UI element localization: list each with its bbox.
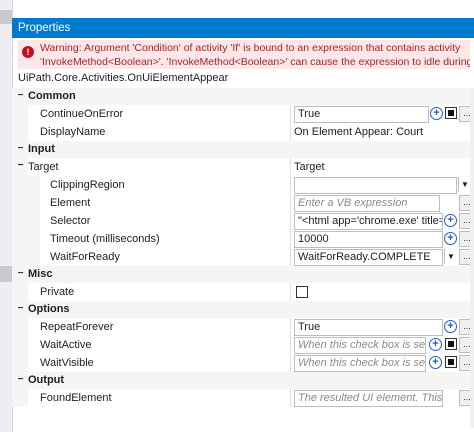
property-name: FoundElement — [40, 392, 112, 404]
property-name: Target — [28, 161, 59, 173]
property-row-continue-on-error[interactable]: ContinueOnError True + ... — [12, 105, 474, 123]
property-row-wait-visible[interactable]: WaitVisible When this check box is selec… — [12, 354, 474, 372]
dock-tab[interactable] — [0, 10, 12, 24]
property-name: DisplayName — [40, 126, 106, 138]
category-label: Common — [28, 90, 76, 102]
property-row-found-element[interactable]: FoundElement The resulted UI element. Th… — [12, 389, 474, 407]
property-row-repeat-forever[interactable]: RepeatForever True + ... — [12, 318, 474, 336]
vertical-scrollbar[interactable] — [470, 88, 474, 428]
continue-on-error-checkbox[interactable] — [445, 107, 457, 119]
category-common[interactable]: − Common — [12, 88, 474, 105]
collapse-icon[interactable]: − — [16, 161, 25, 171]
category-output[interactable]: − Output — [12, 372, 474, 389]
properties-window: Properties ! Warning: Argument 'Conditio… — [0, 0, 474, 432]
wait-active-input[interactable]: When this check box is selected, t — [294, 337, 426, 354]
category-label: Input — [28, 143, 55, 155]
add-expression-icon[interactable]: + — [444, 320, 457, 333]
add-expression-icon[interactable]: + — [444, 214, 457, 227]
property-row-element[interactable]: Element Enter a VB expression ... — [12, 194, 474, 212]
collapse-icon[interactable]: − — [16, 144, 25, 154]
property-name: Selector — [50, 215, 91, 227]
collapse-icon[interactable]: − — [16, 304, 25, 314]
category-label: Options — [28, 303, 70, 315]
wait-for-ready-select[interactable]: WaitForReady.COMPLETE — [294, 249, 443, 266]
collapse-icon[interactable]: − — [16, 375, 25, 385]
property-row-wait-for-ready[interactable]: WaitForReady WaitForReady.COMPLETE ▼ ... — [12, 248, 474, 266]
clipping-region-field[interactable] — [294, 177, 457, 194]
dock-tab[interactable] — [0, 266, 12, 282]
panel-title: Properties — [12, 18, 474, 38]
wait-visible-input[interactable]: When this check box is selected, t — [294, 355, 426, 372]
collapse-icon[interactable]: − — [16, 269, 25, 279]
property-name: ClippingRegion — [50, 179, 125, 191]
property-name: Private — [40, 286, 75, 298]
property-row-clipping-region[interactable]: ClippingRegion ▼ — [12, 176, 474, 194]
property-row-target[interactable]: − Target Target — [12, 158, 474, 176]
add-expression-icon[interactable]: + — [444, 232, 457, 245]
property-name: Timeout (milliseconds) — [50, 233, 160, 245]
property-row-timeout[interactable]: Timeout (milliseconds) 10000 + ... — [12, 230, 474, 248]
continue-on-error-field[interactable]: True — [294, 106, 429, 123]
target-value: Target — [294, 161, 325, 173]
found-element-input[interactable]: The resulted UI element. This field su — [294, 390, 443, 407]
selector-input[interactable]: "<html app='chrome.exe' title='ירה — [294, 213, 443, 230]
property-row-wait-active[interactable]: WaitActive When this check box is select… — [12, 336, 474, 354]
warning-icon: ! — [22, 46, 34, 58]
category-label: Misc — [28, 268, 53, 280]
property-grid: − Common ContinueOnError True + ... Disp… — [12, 88, 474, 407]
chevron-down-icon[interactable]: ▼ — [444, 249, 457, 264]
add-expression-icon[interactable]: + — [429, 338, 442, 351]
warning-text-line1: Warning: Argument 'Condition' of activit… — [40, 42, 461, 54]
property-name: WaitActive — [40, 339, 92, 351]
property-name: Element — [50, 197, 91, 209]
properties-panel: Properties ! Warning: Argument 'Conditio… — [12, 0, 474, 432]
add-expression-icon[interactable]: + — [430, 107, 443, 120]
wait-active-checkbox[interactable] — [445, 338, 457, 350]
warning-text-line2: 'InvokeMethod<Boolean>'. 'InvokeMethod<B… — [40, 56, 470, 68]
element-input[interactable]: Enter a VB expression — [294, 195, 440, 212]
property-row-display-name[interactable]: DisplayName On Element Appear: Court — [12, 123, 474, 141]
property-row-selector[interactable]: Selector "<html app='chrome.exe' title='… — [12, 212, 474, 230]
wait-visible-checkbox[interactable] — [445, 356, 457, 368]
property-name: WaitForReady — [50, 251, 120, 263]
property-name: WaitVisible — [40, 357, 94, 369]
category-label: Output — [28, 374, 65, 386]
add-expression-icon[interactable]: + — [429, 356, 442, 369]
activity-type-label: UiPath.Core.Activities.OnUiElementAppear — [18, 72, 229, 84]
warning-banner: ! Warning: Argument 'Condition' of activ… — [18, 40, 470, 69]
category-options[interactable]: − Options — [12, 301, 474, 318]
display-name-value[interactable]: On Element Appear: Court — [294, 124, 423, 140]
private-checkbox[interactable] — [296, 286, 308, 298]
property-row-private[interactable]: Private — [12, 283, 474, 301]
category-input[interactable]: − Input — [12, 141, 474, 158]
property-name: ContinueOnError — [40, 108, 124, 120]
collapse-icon[interactable]: − — [16, 91, 25, 101]
repeat-forever-field[interactable]: True — [294, 319, 443, 336]
property-name: RepeatForever — [40, 321, 114, 333]
category-misc[interactable]: − Misc — [12, 266, 474, 283]
timeout-input[interactable]: 10000 — [294, 231, 443, 248]
